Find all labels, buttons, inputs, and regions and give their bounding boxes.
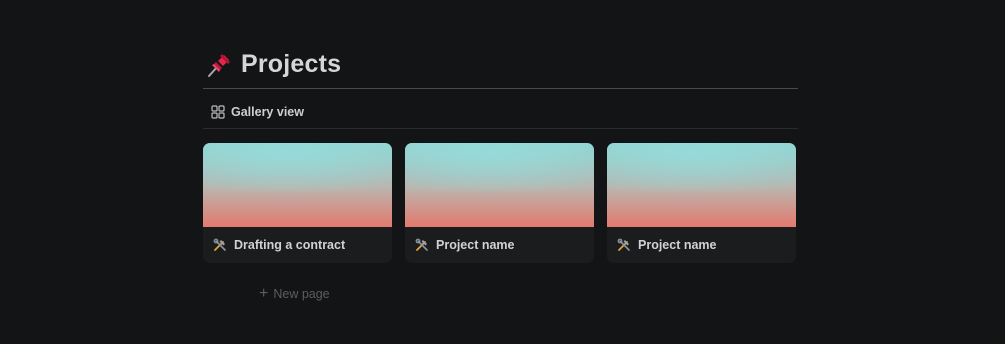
- card-cover: [607, 143, 796, 227]
- pushpin-icon[interactable]: [205, 49, 235, 79]
- card-footer: Project name: [607, 227, 796, 263]
- card-cover: [203, 143, 392, 227]
- card-title: Drafting a contract: [234, 238, 346, 252]
- new-page-button[interactable]: + New page: [259, 284, 330, 304]
- gallery-view-tab[interactable]: Gallery view: [211, 105, 304, 119]
- projects-page: Projects Gallery view Drafting a contrac…: [0, 0, 1005, 344]
- card-title: Project name: [638, 238, 717, 252]
- plus-icon: +: [259, 285, 269, 302]
- page-title[interactable]: Projects: [241, 50, 341, 79]
- new-page-label: New page: [273, 287, 330, 301]
- gallery-card[interactable]: Drafting a contract: [203, 143, 392, 263]
- gallery-card[interactable]: Project name: [405, 143, 594, 263]
- page-header: Projects: [203, 40, 798, 89]
- hammer-and-wrench-icon: [415, 238, 429, 252]
- card-cover: [405, 143, 594, 227]
- gallery-view-label: Gallery view: [231, 105, 304, 119]
- card-footer: Drafting a contract: [203, 227, 392, 263]
- view-bar: Gallery view: [203, 96, 798, 129]
- hammer-and-wrench-icon: [213, 238, 227, 252]
- card-footer: Project name: [405, 227, 594, 263]
- hammer-and-wrench-icon: [617, 238, 631, 252]
- card-title: Project name: [436, 238, 515, 252]
- gallery-grid-icon: [211, 105, 225, 119]
- gallery-card[interactable]: Project name: [607, 143, 796, 263]
